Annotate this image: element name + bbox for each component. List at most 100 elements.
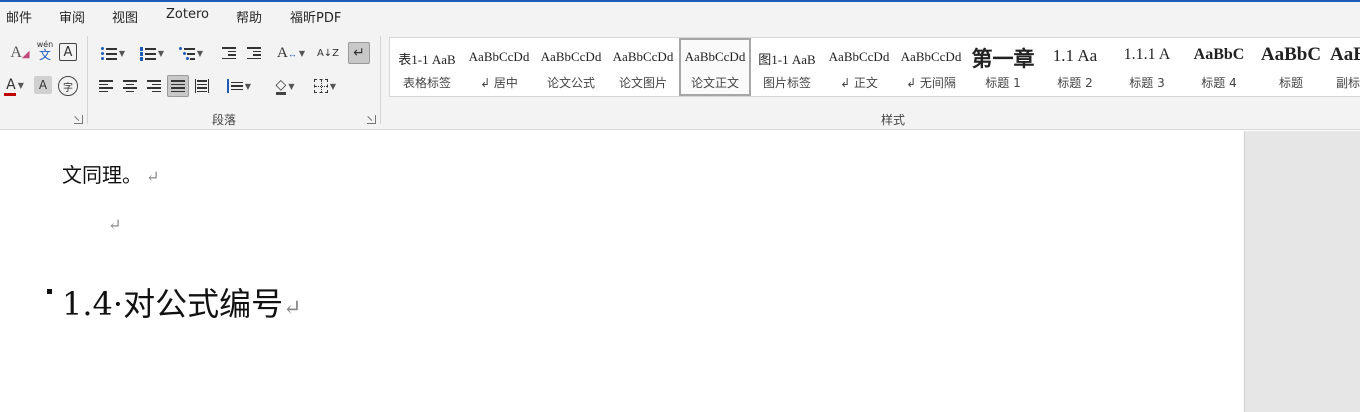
- bullets-icon: [100, 46, 117, 60]
- body-paragraph[interactable]: 文同理。 ↵: [62, 159, 159, 188]
- style-thesis-formula[interactable]: AaBbCcDd 论文公式: [536, 40, 606, 94]
- style-name: ↲ 正文: [840, 76, 878, 90]
- style-thesis-body[interactable]: AaBbCcDd 论文正文: [679, 38, 751, 96]
- style-name: 图片标签: [762, 76, 811, 90]
- borders-button[interactable]: ▼: [308, 75, 342, 97]
- numbering-icon: [139, 46, 156, 61]
- right-side-pane: [1244, 131, 1360, 412]
- justify-icon: [171, 79, 185, 93]
- styles-group-label: 样式: [881, 113, 906, 127]
- paragraph-dialog-launcher[interactable]: [367, 115, 376, 124]
- style-name: 副标: [1335, 76, 1360, 90]
- paragraph-group-label: 段落: [212, 113, 237, 127]
- numbering-button[interactable]: ▼: [135, 42, 169, 64]
- distributed-button[interactable]: [192, 75, 212, 97]
- align-right-icon: [147, 79, 161, 93]
- character-shading-label: A: [38, 78, 48, 92]
- style-preview: AaBbCcDd: [468, 49, 530, 64]
- style-name: 论文图片: [618, 76, 667, 90]
- style-heading-1[interactable]: 第一章 标题 1: [968, 40, 1038, 94]
- paragraph-mark: ↵: [146, 167, 160, 186]
- decrease-indent-icon: [222, 46, 236, 60]
- tab-zotero[interactable]: Zotero: [166, 7, 209, 22]
- distributed-icon: [195, 79, 209, 93]
- ribbon-tabs: 邮件 审阅 视图 Zotero 帮助 福昕PDF: [0, 0, 1360, 30]
- style-centered[interactable]: AaBbCcDd ↲ 居中: [464, 40, 534, 94]
- sort-button[interactable]: A↓Z: [316, 42, 340, 64]
- style-heading-4[interactable]: AaBbC 标题 4: [1184, 40, 1254, 94]
- multilevel-list-icon: [178, 46, 195, 60]
- justify-button[interactable]: [167, 75, 189, 97]
- clear-formatting-button[interactable]: A◢: [8, 42, 32, 64]
- character-border-label: A: [63, 44, 73, 60]
- style-title[interactable]: AaBbC 标题: [1256, 40, 1326, 94]
- style-preview: 第一章: [971, 47, 1035, 71]
- style-preview: 图1-1 AaB: [758, 52, 816, 67]
- increase-indent-icon: [247, 46, 261, 60]
- style-preview: AaBbCcDd: [540, 49, 602, 64]
- tab-foxit-pdf[interactable]: 福昕PDF: [290, 7, 341, 26]
- decrease-indent-button[interactable]: [218, 42, 240, 64]
- heading-paragraph[interactable]: 1.4·对公式编号↵: [62, 279, 302, 325]
- paragraph-mark: ↵: [283, 296, 302, 321]
- style-name: 标题 1: [985, 76, 1021, 90]
- multilevel-list-button[interactable]: ▼: [174, 42, 208, 64]
- clear-formatting-icon: A◢: [10, 44, 30, 61]
- line-spacing-button[interactable]: ▼: [222, 75, 256, 97]
- font-color-label: A: [4, 77, 17, 96]
- style-preview: 表1-1 AaB: [398, 52, 456, 67]
- font-color-button[interactable]: A ▼: [0, 74, 30, 96]
- character-shading-button[interactable]: A: [34, 76, 52, 94]
- tab-view[interactable]: 视图: [112, 7, 138, 26]
- bullets-button[interactable]: ▼: [96, 42, 130, 64]
- show-formatting-marks-button[interactable]: ↵: [348, 42, 370, 64]
- style-name: 论文正文: [690, 76, 739, 90]
- chinese-layout-button[interactable]: A↔ ▼: [274, 42, 308, 64]
- phonetic-guide-button[interactable]: wén 文: [34, 40, 56, 62]
- paragraph-mark: ↵: [108, 215, 122, 234]
- style-subtitle[interactable]: AaB 副标: [1328, 40, 1360, 94]
- style-heading-2[interactable]: 1.1 Aa 标题 2: [1040, 40, 1110, 94]
- line-spacing-icon: [226, 79, 243, 93]
- font-dialog-launcher[interactable]: [74, 115, 83, 124]
- document-page[interactable]: 文同理。 ↵ ↵ 1.4·对公式编号↵: [0, 131, 1244, 412]
- align-center-button[interactable]: [120, 75, 140, 97]
- heading-bullet-marker: [47, 289, 52, 294]
- sort-icon: A↓Z: [316, 47, 340, 59]
- align-right-button[interactable]: [144, 75, 164, 97]
- shading-button[interactable]: ◇ ▼: [268, 75, 302, 97]
- style-name: 论文公式: [546, 76, 595, 90]
- group-separator: [380, 36, 381, 124]
- align-left-icon: [99, 79, 113, 93]
- style-name: 表格标签: [402, 76, 451, 90]
- increase-indent-button[interactable]: [243, 42, 265, 64]
- align-left-button[interactable]: [96, 75, 116, 97]
- paint-bucket-icon: ◇: [275, 76, 287, 95]
- style-thesis-figure[interactable]: AaBbCcDd 论文图片: [608, 40, 678, 94]
- font-color-swatch: [4, 93, 17, 96]
- ribbon: A◢ wén 文 A A ▼ A 字 ▼ ▼ ▼ A↔ ▼ A↓Z ↵ ▼ ◇ …: [0, 30, 1360, 130]
- enclose-characters-label: 字: [63, 82, 73, 94]
- borders-icon: [313, 79, 328, 93]
- style-name: 标题 4: [1201, 76, 1237, 90]
- style-heading-3[interactable]: 1.1.1 A 标题 3: [1112, 40, 1182, 94]
- style-preview: 1.1.1 A: [1123, 46, 1171, 63]
- enclose-characters-button[interactable]: 字: [58, 76, 78, 96]
- style-name: ↲ 居中: [480, 76, 518, 90]
- style-name: 标题: [1278, 76, 1303, 90]
- character-border-button[interactable]: A: [59, 43, 77, 61]
- tab-mailings[interactable]: 邮件: [6, 7, 32, 26]
- align-center-icon: [123, 79, 137, 93]
- phonetic-guide-char: 文: [38, 48, 51, 62]
- style-preview: AaBbC: [1260, 44, 1322, 65]
- style-normal[interactable]: AaBbCcDd ↲ 正文: [824, 40, 894, 94]
- style-preview: AaBbCcDd: [900, 49, 962, 64]
- style-no-spacing[interactable]: AaBbCcDd ↲ 无间隔: [896, 40, 966, 94]
- style-preview: AaBbCcDd: [612, 49, 674, 64]
- style-table-caption[interactable]: 表1-1 AaB 表格标签: [392, 40, 462, 94]
- tab-review[interactable]: 审阅: [59, 7, 85, 26]
- style-preview: AaB: [1330, 44, 1360, 65]
- empty-paragraph[interactable]: ↵: [108, 215, 121, 234]
- tab-help[interactable]: 帮助: [236, 7, 262, 26]
- style-figure-caption[interactable]: 图1-1 AaB 图片标签: [752, 40, 822, 94]
